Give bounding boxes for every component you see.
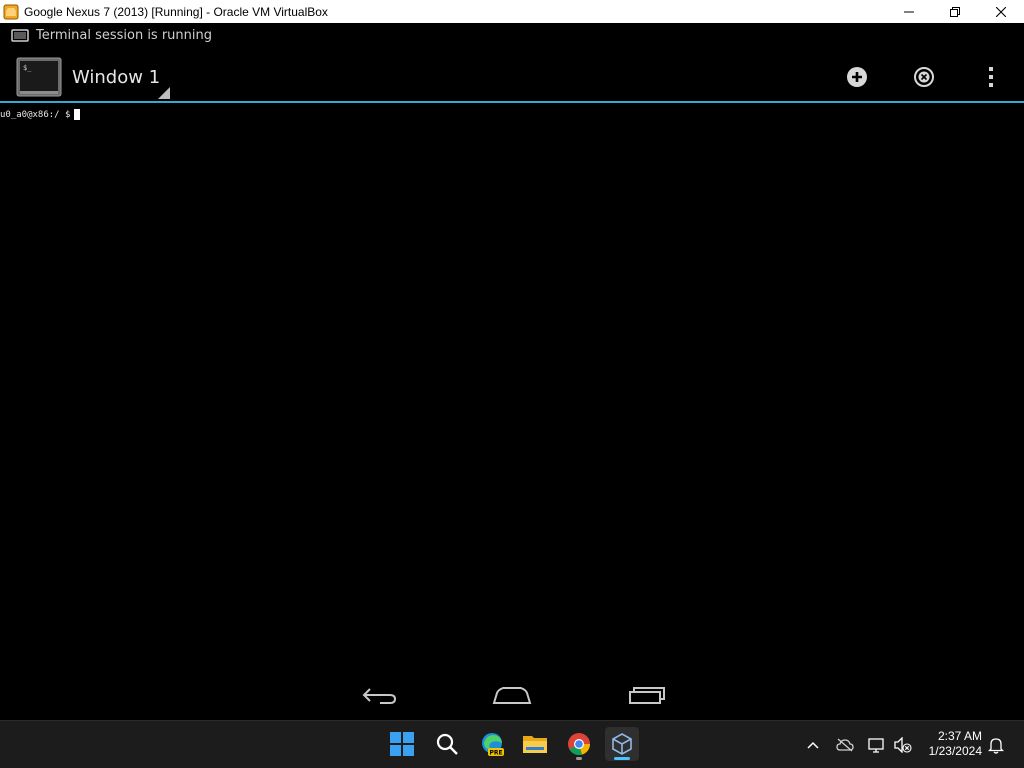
clock-time: 2:37 AM xyxy=(937,729,982,743)
virtualbox-taskbar-button[interactable] xyxy=(605,727,639,761)
notifications-icon xyxy=(988,738,1004,754)
search-button[interactable] xyxy=(430,727,464,761)
start-button[interactable] xyxy=(385,727,419,761)
android-status-bar[interactable]: Terminal session is running xyxy=(0,23,1024,48)
restore-icon xyxy=(950,6,960,17)
network-button[interactable] xyxy=(867,735,887,755)
chrome-icon xyxy=(568,733,590,756)
close-button[interactable] xyxy=(978,0,1024,23)
notification-text: Terminal session is running xyxy=(36,28,213,43)
terminal-cursor xyxy=(74,109,81,120)
new-window-icon xyxy=(847,67,867,87)
close-window-icon xyxy=(914,67,934,87)
minimize-icon xyxy=(904,11,914,12)
android-nav-bar xyxy=(0,673,1024,720)
window-selector[interactable]: Window 1 xyxy=(72,67,160,88)
window-titlebar[interactable]: Google Nexus 7 (2013) [Running] - Oracle… xyxy=(0,0,1024,23)
home-icon xyxy=(492,687,532,704)
close-window-button[interactable] xyxy=(912,65,936,89)
notifications-button[interactable] xyxy=(986,735,1006,755)
svg-text:$_: $_ xyxy=(23,64,32,72)
virtualbox-active-indicator xyxy=(614,757,630,760)
chrome-running-indicator xyxy=(576,757,582,760)
clock-date: 1/23/2024 xyxy=(928,744,982,758)
window-title: Google Nexus 7 (2013) [Running] - Oracle… xyxy=(24,4,328,19)
overflow-menu-icon xyxy=(989,67,993,87)
taskbar-clock[interactable]: 2:37 AM 1/23/2024 xyxy=(929,729,982,759)
edge-badge: PRE xyxy=(489,750,502,757)
back-icon xyxy=(362,688,397,704)
volume-muted-icon xyxy=(894,737,912,753)
chevron-up-icon xyxy=(807,741,819,749)
overflow-menu-button[interactable] xyxy=(979,65,1003,89)
new-window-button[interactable] xyxy=(845,65,869,89)
recents-icon xyxy=(629,687,665,704)
close-icon xyxy=(996,6,1006,17)
search-icon xyxy=(436,733,458,755)
file-explorer-icon xyxy=(523,736,547,753)
network-icon xyxy=(868,738,884,753)
edge-preview-icon: PRE xyxy=(482,733,504,757)
virtualbox-icon xyxy=(612,733,632,755)
minimize-button[interactable] xyxy=(886,0,932,23)
terminal-icon[interactable]: $_ xyxy=(16,57,62,97)
restore-button[interactable] xyxy=(932,0,978,23)
home-button[interactable] xyxy=(490,681,534,709)
edge-preview-button[interactable]: PRE xyxy=(475,727,509,761)
chrome-button[interactable] xyxy=(562,727,596,761)
terminal-view[interactable]: u0_a0@x86:/ $ xyxy=(0,105,1024,665)
windows-start-icon xyxy=(390,732,414,756)
recents-button[interactable] xyxy=(624,681,668,709)
action-bar: $_ Window 1 xyxy=(0,48,1024,103)
terminal-prompt: u0_a0@x86:/ $ xyxy=(0,109,71,120)
windows-taskbar: PRE 2:37 AM 1/23/2024 xyxy=(0,720,1024,768)
onedrive-button[interactable] xyxy=(835,735,855,755)
file-explorer-button[interactable] xyxy=(518,727,552,761)
guest-display[interactable]: Terminal session is running $_ Window 1 xyxy=(0,23,1024,720)
back-button[interactable] xyxy=(358,681,400,709)
dropdown-triangle-icon xyxy=(158,87,170,99)
virtualbox-app-icon xyxy=(3,4,19,19)
volume-button[interactable] xyxy=(893,735,913,755)
onedrive-icon xyxy=(836,738,854,752)
screen-icon xyxy=(11,28,29,42)
show-hidden-icons-button[interactable] xyxy=(803,735,823,755)
